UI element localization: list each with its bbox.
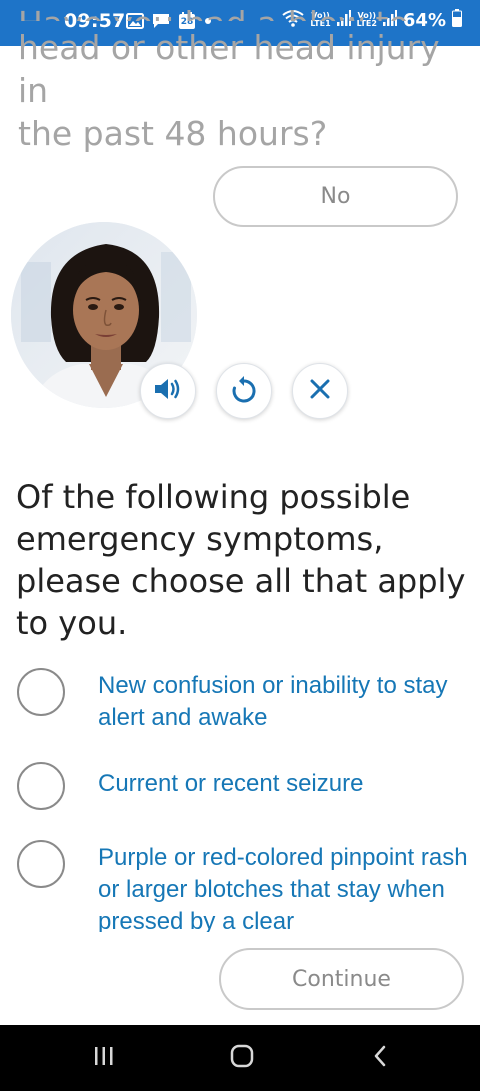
recent-apps-button[interactable] <box>82 1043 126 1073</box>
recent-apps-icon <box>92 1045 116 1072</box>
back-icon <box>370 1044 390 1073</box>
previous-answer-button[interactable]: No <box>213 166 458 227</box>
previous-question-line-2: head or other head injury in <box>18 28 440 110</box>
home-icon <box>229 1044 255 1073</box>
question-text: Of the following possible emergency symp… <box>16 478 466 642</box>
navigation-bar <box>0 1025 480 1091</box>
previous-question: Have you had a blow to the head or other… <box>18 4 468 155</box>
continue-button[interactable]: Continue <box>219 948 464 1010</box>
previous-answer-label: No <box>320 184 351 209</box>
close-icon <box>309 378 331 405</box>
replay-icon <box>231 375 257 408</box>
previous-question-line-3: the past 48 hours? <box>18 114 328 153</box>
option-label: New confusion or inability to stay alert… <box>98 672 448 731</box>
home-button[interactable] <box>220 1043 264 1073</box>
previous-question-line-1: Have you had a blow to the <box>18 2 468 21</box>
audio-button[interactable] <box>140 363 196 419</box>
continue-label: Continue <box>292 966 391 992</box>
option-label: Purple or red-colored pinpoint rash or l… <box>98 844 468 932</box>
option-checkbox[interactable] <box>17 762 65 810</box>
option-checkbox[interactable] <box>17 840 65 888</box>
back-button[interactable] <box>358 1043 402 1073</box>
replay-button[interactable] <box>216 363 272 419</box>
option-label: Current or recent seizure <box>98 770 364 797</box>
options-list: New confusion or inability to stay alert… <box>0 664 480 932</box>
speaker-icon <box>153 376 183 407</box>
close-button[interactable] <box>292 363 348 419</box>
option-checkbox[interactable] <box>17 668 65 716</box>
